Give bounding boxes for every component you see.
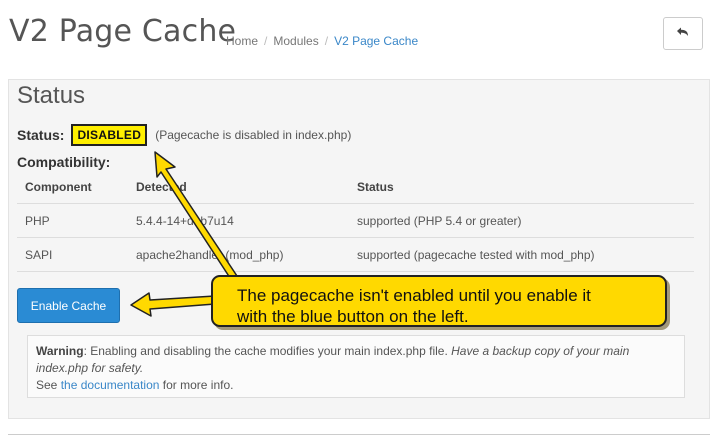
- page-title: V2 Page Cache: [9, 14, 237, 49]
- warning-text: : Enabling and disabling the cache modif…: [83, 344, 448, 358]
- annotation-callout: The pagecache isn't enabled until you en…: [211, 275, 667, 327]
- column-header-detected: Detected: [128, 170, 349, 204]
- breadcrumb-modules[interactable]: Modules: [273, 34, 318, 48]
- compatibility-table: Component Detected Status PHP 5.4.4-14+d…: [17, 170, 694, 272]
- breadcrumb-current[interactable]: V2 Page Cache: [334, 34, 418, 48]
- table-header-row: Component Detected Status: [17, 170, 694, 204]
- undo-arrow-icon: [676, 24, 690, 43]
- status-panel: Status Status: DISABLED (Pagecache is di…: [8, 79, 710, 419]
- table-cell: supported (pagecache tested with mod_php…: [349, 237, 694, 272]
- status-note: (Pagecache is disabled in index.php): [155, 128, 352, 142]
- back-button[interactable]: [663, 17, 703, 50]
- breadcrumb-home[interactable]: Home: [226, 34, 258, 48]
- enable-cache-button[interactable]: Enable Cache: [17, 288, 120, 323]
- compatibility-label: Compatibility:: [17, 154, 111, 170]
- table-cell: PHP: [17, 203, 128, 238]
- warning-after: for more info.: [162, 378, 234, 392]
- column-header-status: Status: [349, 170, 694, 204]
- table-cell: apache2handler (mod_php): [128, 237, 349, 272]
- breadcrumb-separator: /: [324, 34, 329, 48]
- status-badge: DISABLED: [71, 124, 148, 146]
- panel-title: Status: [17, 82, 86, 109]
- warning-label: Warning: [36, 344, 84, 358]
- warning-box: Warning: Enabling and disabling the cach…: [27, 335, 685, 398]
- table-cell: 5.4.4-14+deb7u14: [128, 203, 349, 238]
- breadcrumb: Home / Modules / V2 Page Cache: [226, 34, 418, 48]
- column-header-component: Component: [17, 170, 128, 204]
- warning-see: See: [36, 378, 58, 392]
- callout-line-2: with the blue button on the left.: [237, 307, 469, 326]
- status-label: Status:: [17, 127, 65, 143]
- documentation-link[interactable]: the documentation: [61, 378, 160, 392]
- breadcrumb-separator: /: [264, 34, 268, 48]
- table-row: SAPI apache2handler (mod_php) supported …: [17, 237, 694, 272]
- table-cell: SAPI: [17, 237, 128, 272]
- table-row: PHP 5.4.4-14+deb7u14 supported (PHP 5.4 …: [17, 203, 694, 238]
- table-cell: supported (PHP 5.4 or greater): [349, 203, 694, 238]
- callout-line-1: The pagecache isn't enabled until you en…: [237, 286, 591, 305]
- status-row: Status: DISABLED (Pagecache is disabled …: [17, 124, 351, 146]
- divider: [8, 434, 710, 435]
